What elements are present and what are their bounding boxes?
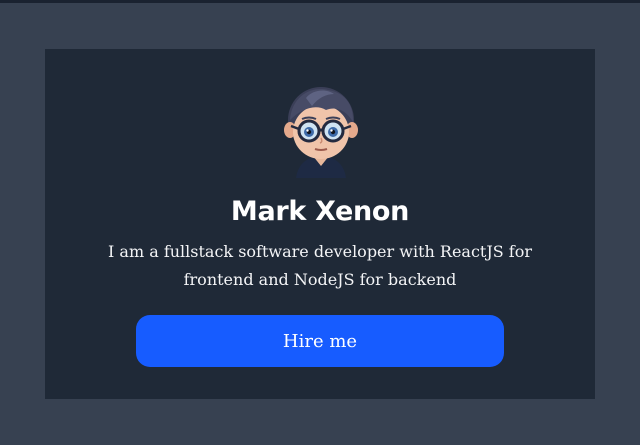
profile-card: Mark Xenon I am a fullstack software dev… xyxy=(45,49,595,399)
profile-bio: I am a fullstack software developer with… xyxy=(108,242,532,289)
top-strip xyxy=(0,0,640,3)
avatar xyxy=(284,87,358,178)
profile-name: Mark Xenon xyxy=(230,196,410,227)
hire-me-button[interactable]: Hire me xyxy=(136,315,504,367)
